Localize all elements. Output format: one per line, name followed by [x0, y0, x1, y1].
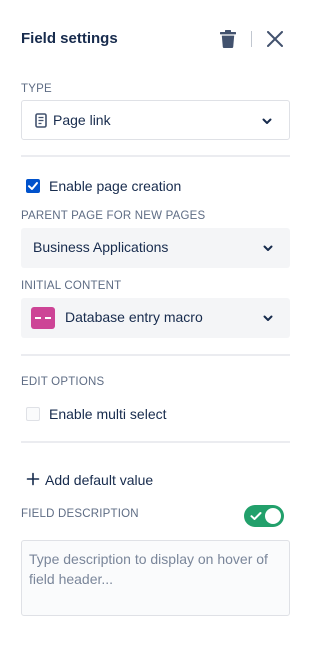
trash-icon	[220, 30, 236, 48]
panel-title: Field settings	[21, 30, 118, 47]
enable-multi-select-label: Enable multi select	[49, 406, 167, 422]
checkbox-checked[interactable]	[26, 179, 40, 193]
type-label: TYPE	[21, 83, 52, 95]
type-select-value: Page link	[53, 112, 111, 128]
divider	[21, 354, 290, 356]
initial-content-label: INITIAL CONTENT	[21, 280, 122, 292]
type-select[interactable]: Page link	[21, 100, 290, 140]
delete-field-button[interactable]	[217, 27, 239, 51]
parent-page-select-value: Business Applications	[33, 239, 169, 255]
parent-page-label: PARENT PAGE FOR NEW PAGES	[21, 210, 206, 222]
chevron-down-icon	[263, 315, 273, 321]
add-default-value-button[interactable]: Add default value	[26, 470, 176, 490]
header-divider	[251, 31, 252, 47]
divider	[21, 441, 290, 443]
chevron-down-icon	[263, 245, 273, 251]
parent-page-select[interactable]: Business Applications	[21, 228, 290, 268]
check-icon	[28, 182, 38, 190]
close-button[interactable]	[263, 27, 287, 51]
enable-multi-select-checkbox[interactable]: Enable multi select	[26, 404, 266, 424]
initial-content-select[interactable]: Database entry macro	[21, 298, 290, 338]
panel-header: Field settings	[21, 24, 291, 54]
close-icon	[267, 31, 283, 47]
edit-options-label: EDIT OPTIONS	[21, 376, 105, 388]
field-description-textarea[interactable]	[21, 540, 290, 616]
toggle-knob	[265, 508, 281, 524]
add-default-value-label: Add default value	[45, 472, 154, 488]
field-description-toggle[interactable]	[244, 505, 284, 527]
chevron-down-icon	[262, 118, 272, 124]
divider	[21, 155, 290, 157]
checkbox-unchecked[interactable]	[26, 407, 40, 421]
page-icon	[35, 113, 47, 128]
plus-icon	[26, 472, 40, 486]
database-macro-icon	[31, 307, 55, 329]
enable-page-creation-checkbox[interactable]: Enable page creation	[26, 176, 266, 196]
initial-content-select-value: Database entry macro	[65, 309, 203, 325]
check-icon	[250, 512, 262, 520]
field-description-label: FIELD DESCRIPTION	[21, 508, 139, 520]
enable-page-creation-label: Enable page creation	[49, 178, 182, 194]
